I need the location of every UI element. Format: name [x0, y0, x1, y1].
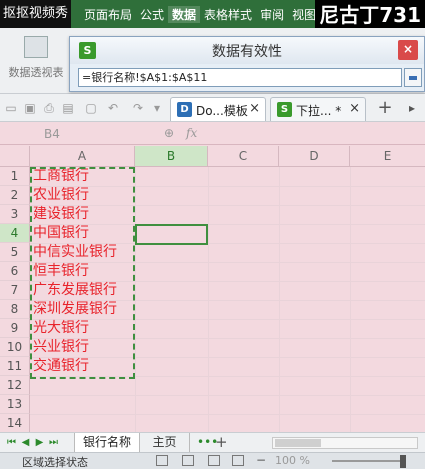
formula-bar: B4 ⊕ fx — [0, 123, 425, 145]
name-box[interactable]: B4 — [24, 125, 134, 143]
column-header-c[interactable]: C — [208, 146, 279, 167]
next-sheet-icon[interactable]: ▶ — [34, 436, 45, 450]
prev-sheet-icon[interactable]: ◀ — [20, 436, 31, 450]
page-layout-view-icon[interactable] — [182, 455, 194, 466]
tab-scroll-right-icon[interactable]: ▸ — [404, 98, 420, 118]
grid-line — [30, 414, 425, 415]
spreadsheet-doc-icon: S — [277, 102, 292, 117]
first-sheet-icon[interactable]: ⏮ — [6, 436, 17, 450]
last-sheet-icon[interactable]: ⏭ — [48, 436, 59, 450]
watermark-left: 抠抠视频秀 — [0, 0, 72, 28]
row-header[interactable]: 12 — [0, 376, 30, 395]
zoom-slider-thumb[interactable] — [400, 455, 406, 468]
select-all-corner[interactable] — [0, 146, 30, 167]
row-header[interactable]: 3 — [0, 205, 30, 224]
menu-data[interactable]: 数据 — [168, 5, 201, 23]
undo-icon[interactable]: ↶ — [106, 101, 120, 115]
tab-label: Do...模板 — [196, 104, 248, 118]
range-selection-marquee — [30, 167, 135, 379]
menu-review[interactable]: 审阅 — [256, 6, 288, 23]
preview-icon[interactable]: ▤ — [61, 101, 75, 115]
grid-line — [30, 395, 425, 396]
expand-dialog-icon[interactable] — [404, 68, 422, 87]
horizontal-scrollbar[interactable] — [272, 437, 418, 449]
writer-doc-icon: D — [177, 102, 192, 117]
paste-icon[interactable]: ▢ — [84, 101, 98, 115]
column-header-d[interactable]: D — [279, 146, 350, 167]
row-header[interactable]: 9 — [0, 319, 30, 338]
close-icon[interactable]: × — [249, 101, 260, 116]
column-header-b[interactable]: B — [135, 146, 208, 167]
sheet-tab-bank-names[interactable]: 银行名称 — [74, 433, 140, 452]
zoom-level: 100 % — [275, 454, 310, 467]
fullscreen-icon[interactable] — [232, 455, 244, 466]
add-sheet-icon[interactable]: + — [215, 433, 228, 451]
row-header[interactable]: 11 — [0, 357, 30, 376]
row-header[interactable]: 14 — [0, 414, 30, 433]
row-header[interactable]: 4 — [0, 224, 30, 243]
add-tab-icon[interactable]: + — [377, 98, 393, 118]
row-header[interactable]: 13 — [0, 395, 30, 414]
close-icon[interactable]: × — [349, 101, 360, 116]
save-icon[interactable]: ▣ — [23, 101, 37, 115]
pivot-table-icon — [24, 36, 48, 58]
print-icon[interactable]: ⎙ — [42, 101, 56, 115]
row-header[interactable]: 1 — [0, 167, 30, 186]
row-header[interactable]: 7 — [0, 281, 30, 300]
normal-view-icon[interactable] — [156, 455, 168, 466]
menu-table-style[interactable]: 表格样式 — [200, 6, 256, 23]
row-header[interactable]: 2 — [0, 186, 30, 205]
scrollbar-thumb[interactable] — [275, 439, 321, 447]
row-header[interactable]: 6 — [0, 262, 30, 281]
sheet-tab-bar: ⏮ ◀ ▶ ⏭ 银行名称 主页 ••• + — [0, 432, 425, 452]
tab-dropdown-sheet[interactable]: S 下拉... * × — [270, 97, 366, 121]
tab-label: 下拉... * — [296, 104, 342, 118]
zoom-out-icon[interactable]: − — [256, 453, 266, 467]
source-range-input[interactable]: =银行名称!$A$1:$A$11 — [78, 68, 402, 87]
menu-page-layout[interactable]: 页面布局 — [80, 6, 136, 23]
data-validation-dialog: S 数据有效性 × =银行名称!$A$1:$A$11 — [69, 36, 425, 92]
insert-function-icon[interactable]: fx — [186, 126, 197, 140]
tab-document-template[interactable]: D Do...模板 × — [170, 97, 266, 121]
pivot-table-label: 数据透视表 — [8, 66, 64, 79]
column-header-a[interactable]: A — [30, 146, 135, 167]
zoom-slider[interactable] — [332, 460, 406, 462]
zoom-icon[interactable]: ⊕ — [164, 126, 174, 140]
pivot-table-button[interactable]: 数据透视表 — [2, 32, 70, 90]
quick-toolbar: ▭ ▣ ⎙ ▤ ▢ ↶ ↷ ▾ D Do...模板 × S 下拉... * × — [0, 94, 425, 122]
page-break-view-icon[interactable] — [208, 455, 220, 466]
row-header[interactable]: 8 — [0, 300, 30, 319]
more-icon[interactable]: ▾ — [150, 101, 164, 115]
row-header[interactable]: 5 — [0, 243, 30, 262]
close-icon[interactable]: × — [398, 40, 418, 60]
status-text: 区域选择状态 — [22, 456, 88, 469]
sheet-grid[interactable]: A B C D E 1 2 3 4 5 6 7 8 9 10 11 12 13 … — [0, 146, 425, 433]
sheet-tab-home[interactable]: 主页 — [140, 433, 190, 452]
menu-formulas[interactable]: 公式 — [136, 6, 168, 23]
active-cell-b4[interactable] — [135, 224, 208, 245]
dialog-title-bar[interactable]: S 数据有效性 × — [70, 37, 424, 64]
column-header-e[interactable]: E — [350, 146, 425, 167]
watermark-right: 尼古丁731 — [315, 0, 425, 30]
status-bar: 区域选择状态 − 100 % — [0, 452, 425, 469]
new-icon[interactable]: ▭ — [4, 101, 18, 115]
redo-icon[interactable]: ↷ — [131, 101, 145, 115]
row-header[interactable]: 10 — [0, 338, 30, 357]
dialog-title: 数据有效性 — [212, 44, 282, 60]
